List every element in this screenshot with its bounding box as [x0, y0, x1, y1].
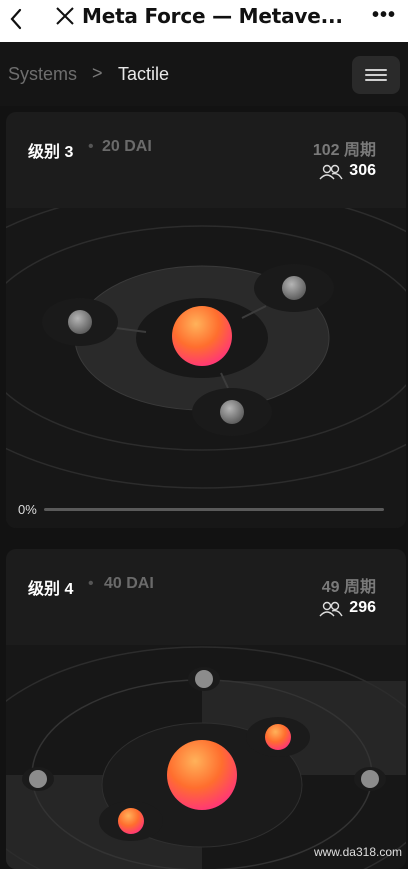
breadcrumb-separator: >: [92, 63, 103, 83]
orbit-node-left: [29, 770, 47, 788]
back-arrow-icon[interactable]: [4, 4, 30, 34]
orbit-node-lower-left: [118, 808, 144, 834]
level-card-3[interactable]: 级别 3 • 20 DAI 102 周期 306 0%: [6, 112, 406, 528]
window-title: Meta Force — Metave...: [82, 4, 343, 28]
orbit-node-top: [195, 670, 213, 688]
orbit-diagram: [6, 645, 406, 869]
separator-dot: •: [88, 575, 94, 592]
watermark: www.da318.com: [313, 845, 402, 859]
close-icon[interactable]: [54, 5, 76, 27]
progress-indicator: 0%: [18, 502, 390, 517]
cycles-count: 49 周期: [321, 579, 376, 596]
breadcrumb-systems[interactable]: Systems: [8, 64, 77, 85]
center-sun: [167, 740, 237, 810]
price-label: 40 DAI: [104, 575, 154, 592]
separator-dot: •: [88, 138, 94, 155]
orbit-node-right: [282, 276, 306, 300]
breadcrumb: Systems > Tactile: [0, 42, 408, 106]
users-icon: [319, 601, 343, 617]
users-icon: [319, 164, 343, 180]
orbit-node-upper-right: [265, 724, 291, 750]
top-bar: Meta Force — Metave... •••: [0, 0, 408, 42]
more-options-icon[interactable]: •••: [372, 4, 396, 27]
orbit-node-bottom: [220, 400, 244, 424]
orbit-node-left: [68, 310, 92, 334]
menu-button[interactable]: [352, 56, 400, 94]
level-card-4[interactable]: 级别 4 • 40 DAI 49 周期 296: [6, 549, 406, 869]
orbit-node-right: [361, 770, 379, 788]
price-label: 20 DAI: [102, 138, 152, 155]
progress-percent: 0%: [18, 502, 37, 517]
breadcrumb-tactile: Tactile: [118, 64, 170, 84]
level-label: 级别 4: [28, 581, 74, 598]
orbit-diagram: [6, 208, 406, 528]
participants-count: 296: [349, 599, 376, 616]
cycles-count: 102 周期: [312, 142, 376, 159]
level-label: 级别 3: [28, 144, 74, 161]
center-sun: [172, 306, 232, 366]
participants-count: 306: [349, 162, 376, 179]
progress-bar: [44, 508, 384, 511]
